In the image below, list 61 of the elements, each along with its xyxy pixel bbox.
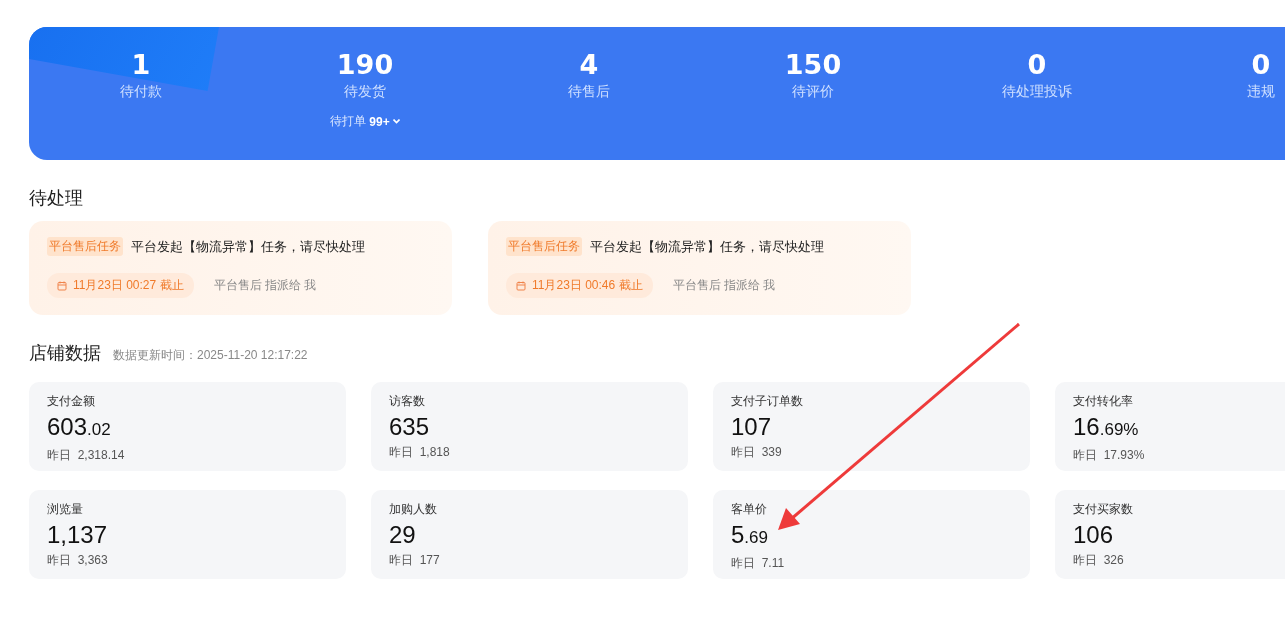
summary-count[interactable]: 4 — [579, 49, 599, 81]
metric-label: 支付子订单数 — [731, 393, 803, 410]
yesterday-value: 昨日 7.11 — [731, 555, 785, 572]
summary-label: 待评价 — [792, 83, 834, 101]
metric-value: 635 — [389, 412, 430, 442]
metric-card[interactable]: 客单价 5.69 昨日 7.11 — [713, 490, 1030, 579]
metric-label: 支付转化率 — [1073, 393, 1133, 410]
metric-value: 603.02 — [47, 412, 111, 442]
summary-label: 待付款 — [120, 83, 162, 101]
metric-card[interactable]: 浏览量 1,137 昨日 3,363 — [29, 490, 346, 579]
yesterday-value: 昨日 339 — [731, 444, 782, 461]
yesterday-value: 昨日 1,818 — [389, 444, 450, 461]
task-card[interactable]: 平台售后任务 平台发起【物流异常】任务，请尽快处理 11月23日 00:46 截止 平台售后 指派给 我 — [488, 221, 911, 315]
section-title: 待处理 — [29, 187, 84, 210]
yesterday-value: 昨日 326 — [1073, 552, 1124, 569]
yesterday-value: 昨日 3,363 — [47, 552, 108, 569]
task-text: 平台发起【物流异常】任务，请尽快处理 — [590, 237, 824, 256]
metric-label: 支付金额 — [47, 393, 95, 410]
deadline-pill: 11月23日 00:46 截止 — [506, 273, 653, 298]
yesterday-value: 昨日 17.93% — [1073, 447, 1145, 464]
metric-label: 客单价 — [731, 501, 767, 518]
metric-card[interactable]: 加购人数 29 昨日 177 — [371, 490, 688, 579]
print-pending-dropdown[interactable]: 待打单 99+ — [326, 111, 404, 132]
caret-icon — [392, 119, 400, 124]
task-tag: 平台售后任务 — [47, 237, 123, 256]
metric-card[interactable]: 支付金额 603.02 昨日 2,318.14 — [29, 382, 346, 471]
yesterday-value: 昨日 177 — [389, 552, 440, 569]
metric-card[interactable]: 访客数 635 昨日 1,818 — [371, 382, 688, 471]
summary-count[interactable]: 0 — [1251, 49, 1271, 81]
update-time: 数据更新时间：2025-11-20 12:17:22 — [113, 347, 308, 364]
metric-card[interactable]: 支付买家数 106 昨日 326 — [1055, 490, 1285, 579]
metric-label: 浏览量 — [47, 501, 83, 518]
calendar-icon — [516, 280, 526, 291]
metric-value: 16.69% — [1073, 412, 1139, 442]
summary-count[interactable]: 0 — [1027, 49, 1047, 81]
metric-value: 1,137 — [47, 520, 108, 550]
metric-label: 支付买家数 — [1073, 501, 1133, 518]
task-card[interactable]: 平台售后任务 平台发起【物流异常】任务，请尽快处理 11月23日 00:27 截止 平台售后 指派给 我 — [29, 221, 452, 315]
summary-label: 待售后 — [568, 83, 610, 101]
summary-count[interactable]: 150 — [784, 49, 842, 81]
yesterday-value: 昨日 2,318.14 — [47, 447, 125, 464]
summary-count[interactable]: 1 — [131, 49, 151, 81]
deadline-pill: 11月23日 00:27 截止 — [47, 273, 194, 298]
section-title: 店铺数据 — [29, 342, 101, 365]
summary-count[interactable]: 190 — [336, 49, 394, 81]
summary-label: 违规 — [1247, 83, 1275, 101]
metric-label: 访客数 — [389, 393, 425, 410]
summary-label: 待发货 — [344, 83, 386, 101]
metric-value: 29 — [389, 520, 416, 550]
metric-card[interactable]: 支付子订单数 107 昨日 339 — [713, 382, 1030, 471]
calendar-icon — [57, 280, 67, 291]
task-text: 平台发起【物流异常】任务，请尽快处理 — [131, 237, 365, 256]
metric-value: 106 — [1073, 520, 1114, 550]
metric-label: 加购人数 — [389, 501, 437, 518]
summary-label: 待处理投诉 — [1002, 83, 1072, 101]
assignee-text: 平台售后 指派给 我 — [213, 277, 317, 294]
metric-card[interactable]: 支付转化率 16.69% 昨日 17.93% — [1055, 382, 1285, 471]
assignee-text: 平台售后 指派给 我 — [672, 277, 776, 294]
metric-value: 5.69 — [731, 520, 768, 550]
task-tag: 平台售后任务 — [506, 237, 582, 256]
metric-value: 107 — [731, 412, 772, 442]
